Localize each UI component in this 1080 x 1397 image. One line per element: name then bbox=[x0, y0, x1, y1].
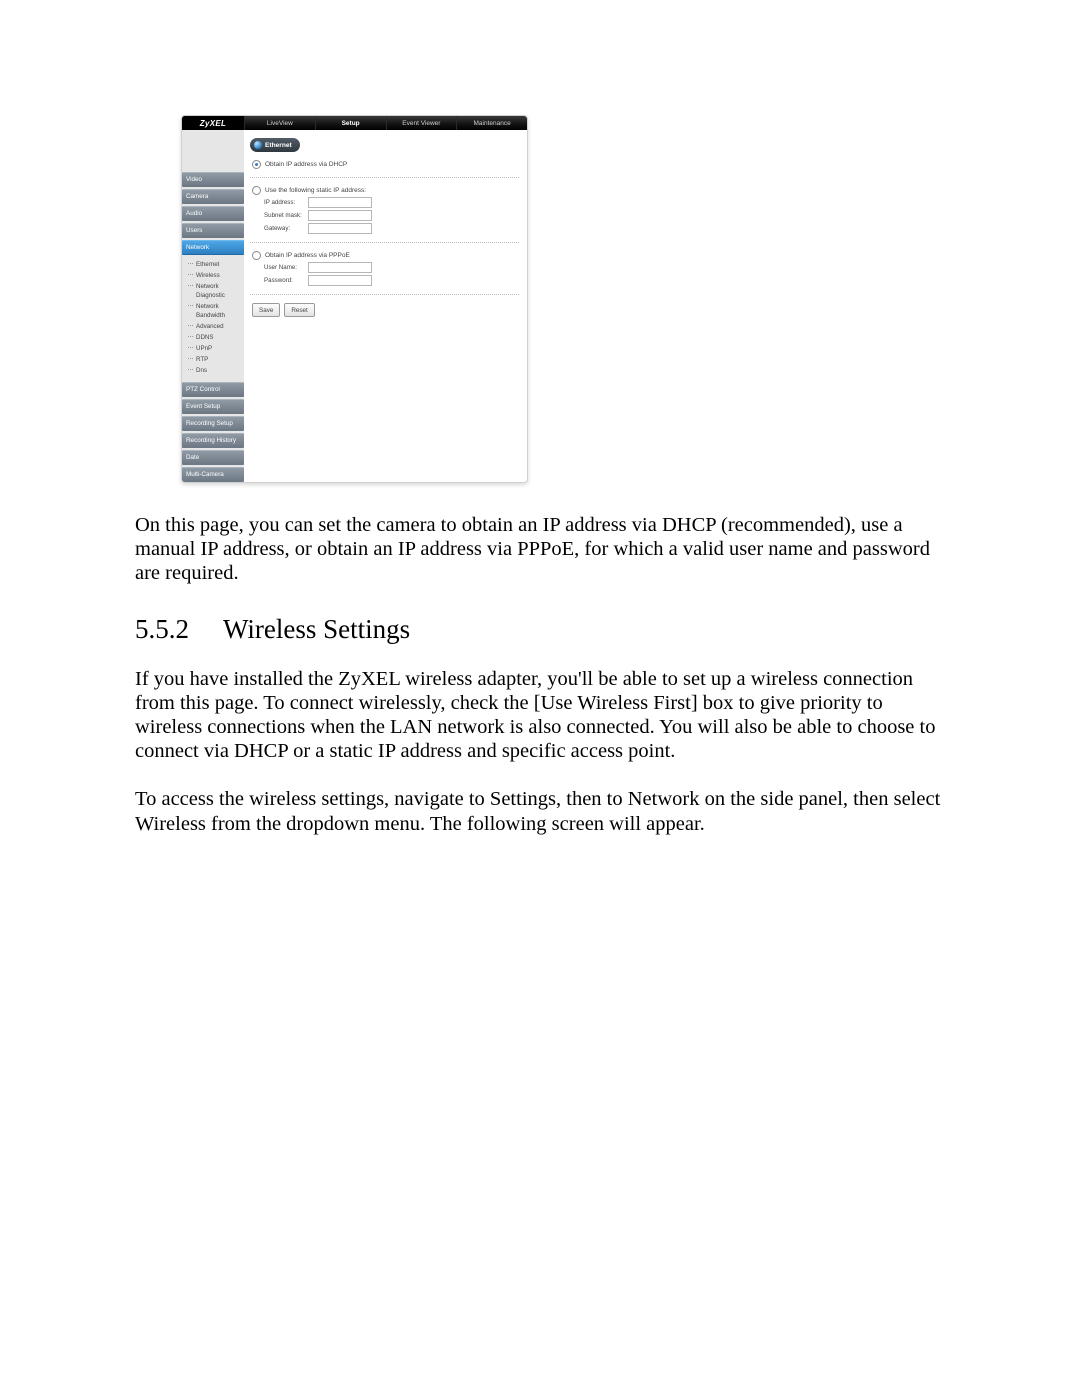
label-password: Password: bbox=[264, 277, 304, 284]
sidebar-item-recording-history[interactable]: Recording History bbox=[182, 433, 244, 448]
button-row: Save Reset bbox=[252, 303, 519, 317]
reset-button[interactable]: Reset bbox=[284, 303, 314, 317]
paragraph-wireless-navigation: To access the wireless settings, navigat… bbox=[135, 787, 945, 835]
sidebar-item-ptz[interactable]: PTZ Control bbox=[182, 382, 244, 397]
sidebar-item-multi-camera[interactable]: Multi-Camera bbox=[182, 467, 244, 482]
top-nav: LiveView Setup Event Viewer Maintenance bbox=[245, 116, 527, 130]
sidebar-item-camera[interactable]: Camera bbox=[182, 189, 244, 204]
label-static: Use the following static IP address: bbox=[265, 187, 366, 194]
input-gateway[interactable] bbox=[308, 223, 372, 234]
sidebar: Video Camera Audio Users Network Etherne… bbox=[182, 130, 244, 482]
panel-tab-label: Ethernet bbox=[265, 142, 292, 149]
tree-wireless[interactable]: Wireless bbox=[188, 270, 244, 281]
sidebar-item-event-setup[interactable]: Event Setup bbox=[182, 399, 244, 414]
input-username[interactable] bbox=[308, 262, 372, 273]
nav-eventviewer[interactable]: Event Viewer bbox=[387, 116, 458, 130]
nav-maintenance[interactable]: Maintenance bbox=[457, 116, 527, 130]
tree-network-bandwidth[interactable]: Network Bandwidth bbox=[188, 301, 244, 321]
tree-rtp[interactable]: RTP bbox=[188, 354, 244, 365]
sidebar-item-audio[interactable]: Audio bbox=[182, 206, 244, 221]
sidebar-item-date[interactable]: Date bbox=[182, 450, 244, 465]
section-title: Wireless Settings bbox=[223, 614, 410, 645]
sidebar-item-users[interactable]: Users bbox=[182, 223, 244, 238]
tree-upnp[interactable]: UPnP bbox=[188, 343, 244, 354]
label-username: User Name: bbox=[264, 264, 304, 271]
input-password[interactable] bbox=[308, 275, 372, 286]
globe-icon bbox=[254, 141, 262, 149]
sidebar-item-recording-setup[interactable]: Recording Setup bbox=[182, 416, 244, 431]
section-pppoe: Obtain IP address via PPPoE User Name: P… bbox=[250, 243, 519, 295]
label-subnet: Subnet mask: bbox=[264, 212, 304, 219]
section-dhcp: Obtain IP address via DHCP bbox=[250, 152, 519, 178]
section-static: Use the following static IP address: IP … bbox=[250, 178, 519, 243]
tree-ddns[interactable]: DDNS bbox=[188, 332, 244, 343]
sidebar-item-video[interactable]: Video bbox=[182, 172, 244, 187]
tree-advanced[interactable]: Advanced bbox=[188, 321, 244, 332]
label-gateway: Gateway: bbox=[264, 225, 304, 232]
ethernet-settings-screenshot: ZyXEL LiveView Setup Event Viewer Mainte… bbox=[181, 115, 528, 483]
ethernet-panel: Ethernet Obtain IP address via DHCP Use … bbox=[244, 130, 527, 482]
document-page: ZyXEL LiveView Setup Event Viewer Mainte… bbox=[0, 0, 1080, 920]
save-button[interactable]: Save bbox=[252, 303, 280, 317]
section-number: 5.5.2 bbox=[135, 614, 189, 645]
tree-ethernet[interactable]: Ethernet bbox=[188, 259, 244, 270]
paragraph-ethernet-description: On this page, you can set the camera to … bbox=[135, 513, 945, 586]
input-subnet[interactable] bbox=[308, 210, 372, 221]
radio-dhcp[interactable] bbox=[252, 160, 261, 169]
paragraph-wireless-description: If you have installed the ZyXEL wireless… bbox=[135, 667, 945, 764]
radio-static[interactable] bbox=[252, 186, 261, 195]
network-subtree: Ethernet Wireless Network Diagnostic Net… bbox=[182, 255, 244, 380]
radio-pppoe[interactable] bbox=[252, 251, 261, 260]
section-heading-5-5-2: 5.5.2 Wireless Settings bbox=[135, 614, 945, 645]
app-topbar: ZyXEL LiveView Setup Event Viewer Mainte… bbox=[182, 116, 527, 130]
label-pppoe: Obtain IP address via PPPoE bbox=[265, 252, 350, 259]
sidebar-item-network[interactable]: Network bbox=[182, 240, 244, 255]
nav-setup[interactable]: Setup bbox=[316, 116, 387, 130]
panel-tab-ethernet: Ethernet bbox=[250, 138, 300, 152]
tree-dns[interactable]: Dns bbox=[188, 365, 244, 376]
input-ip[interactable] bbox=[308, 197, 372, 208]
app-body: Video Camera Audio Users Network Etherne… bbox=[182, 130, 527, 482]
brand-logo: ZyXEL bbox=[182, 116, 245, 130]
tree-network-diagnostic[interactable]: Network Diagnostic bbox=[188, 281, 244, 301]
label-dhcp: Obtain IP address via DHCP bbox=[265, 161, 347, 168]
nav-liveview[interactable]: LiveView bbox=[245, 116, 316, 130]
label-ip: IP address: bbox=[264, 199, 304, 206]
